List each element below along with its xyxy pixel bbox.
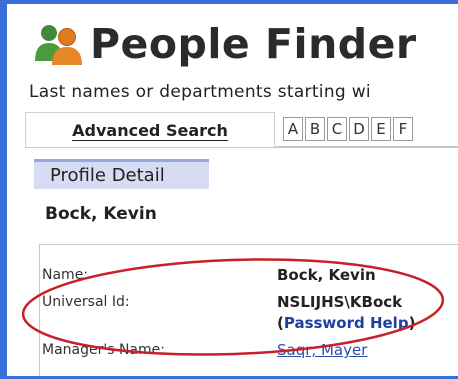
search-instructions: Last names or departments starting wi <box>29 82 371 102</box>
letter-tabs: A B C D E F <box>283 117 413 141</box>
universal-id-label: Universal Id: <box>42 294 130 310</box>
letter-tab-b[interactable]: B <box>305 117 325 141</box>
password-help-open-paren: ( <box>277 314 284 332</box>
letter-tab-c[interactable]: C <box>327 117 347 141</box>
manager-name-link[interactable]: Saqr, Mayer <box>277 341 367 359</box>
name-value: Bock, Kevin <box>277 266 376 284</box>
letter-tab-a[interactable]: A <box>283 117 303 141</box>
profile-detail-box: Name: Bock, Kevin Universal Id: NSLIJHS\… <box>39 244 458 376</box>
letter-tab-f[interactable]: F <box>393 117 413 141</box>
password-help-close-paren: ) <box>408 314 416 332</box>
name-label: Name: <box>42 267 89 283</box>
search-tabs: Advanced Search A B C D E F <box>25 112 458 148</box>
profile-detail-header: Profile Detail <box>34 159 209 189</box>
password-help-line: (Password Help) <box>277 314 415 332</box>
letter-tab-e[interactable]: E <box>371 117 391 141</box>
person-name-heading: Bock, Kevin <box>45 204 157 224</box>
password-help-link[interactable]: Password Help <box>284 314 409 332</box>
tab-advanced-search-label: Advanced Search <box>72 120 228 140</box>
manager-label: Manager's Name: <box>42 342 165 358</box>
tab-advanced-search[interactable]: Advanced Search <box>25 112 275 147</box>
people-icon <box>29 23 87 65</box>
manager-value-row: Saqr, Mayer <box>277 341 367 359</box>
universal-id-value: NSLIJHS\KBock <box>277 293 403 311</box>
letter-tab-d[interactable]: D <box>349 117 369 141</box>
app-window: People Finder Last names or departments … <box>7 4 458 376</box>
app-header: People Finder <box>29 18 417 70</box>
app-title: People Finder <box>90 20 417 68</box>
